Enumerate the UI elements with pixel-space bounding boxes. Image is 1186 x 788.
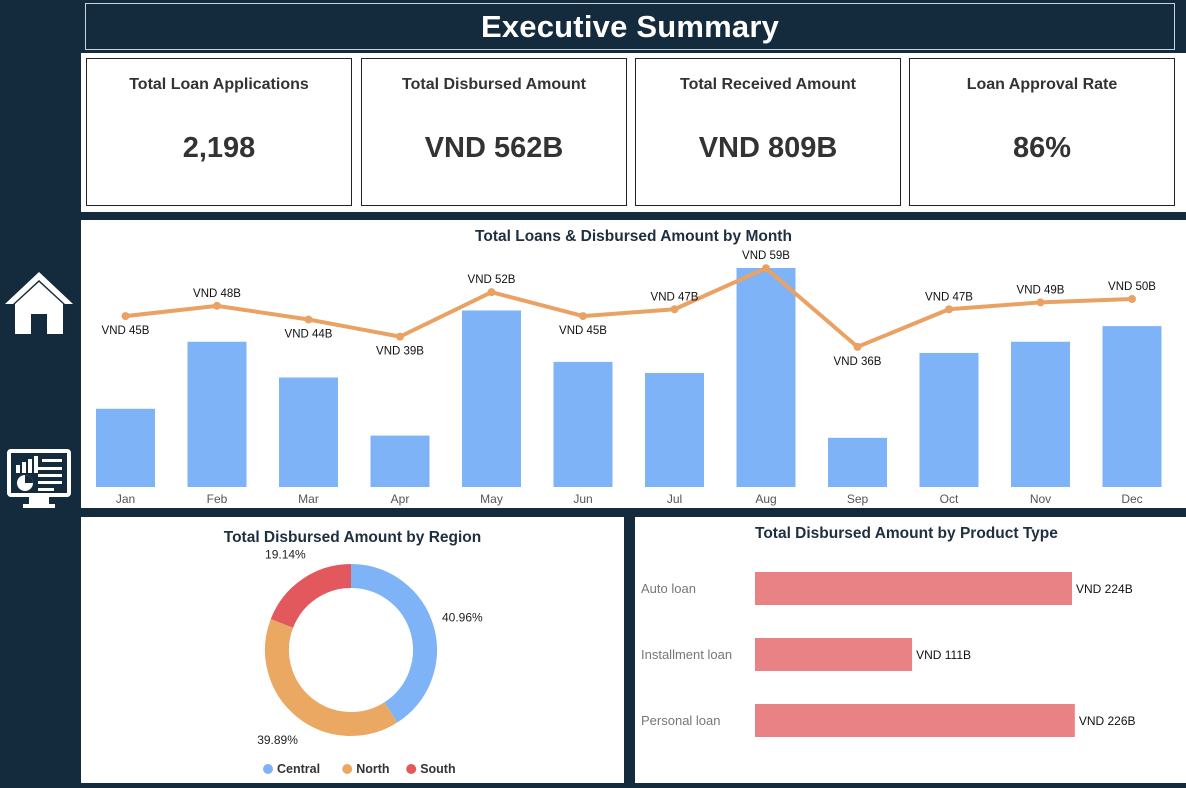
sidebar <box>0 0 81 788</box>
month-tick-label: Aug <box>755 492 776 506</box>
disbursed-data-label: VND 50B <box>1108 281 1156 293</box>
month-tick-label: Oct <box>940 492 959 506</box>
nav-home-button[interactable] <box>3 270 75 336</box>
kpi-card-loan-approval-rate: Loan Approval Rate 86% <box>909 58 1175 206</box>
disbursed-data-label: VND 45B <box>102 325 150 337</box>
month-tick-label: Jul <box>667 492 682 506</box>
monthly-chart-panel: Total Loans & Disbursed Amount by Month … <box>81 220 1186 508</box>
kpi-title: Total Received Amount <box>679 76 857 93</box>
kpi-title: Loan Approval Rate <box>966 76 1118 93</box>
disbursed-point <box>670 305 679 314</box>
disbursed-point <box>853 342 862 351</box>
month-bar <box>645 373 704 487</box>
month-bar <box>736 268 796 487</box>
month-tick-label: Feb <box>207 492 228 506</box>
kpi-value: 86% <box>1012 132 1072 164</box>
disbursed-data-label: VND 36B <box>834 356 882 368</box>
disbursed-point <box>304 315 313 324</box>
product-bar <box>755 572 1072 605</box>
kpi-value: VND 809B <box>698 132 838 164</box>
legend-label-north: North <box>356 762 389 776</box>
month-tick-label: Sep <box>847 492 869 506</box>
legend-swatch-central <box>263 764 273 774</box>
kpi-title: Total Disbursed Amount <box>402 76 586 93</box>
kpi-section: Total Loan Applications 2,198 Total Disb… <box>81 53 1186 212</box>
region-donut-chart: 40.96% 39.89% 19.14% Central North South <box>257 547 483 776</box>
page-title: Executive Summary <box>480 8 780 44</box>
month-bar <box>462 310 521 487</box>
disbursed-data-label: VND 59B <box>742 250 790 262</box>
kpi-value: VND 562B <box>424 132 564 164</box>
product-bar <box>755 638 913 671</box>
month-bar <box>1011 341 1070 487</box>
disbursed-point <box>762 264 770 273</box>
home-icon <box>5 272 73 334</box>
region-slice-south <box>270 564 352 629</box>
month-bar <box>828 437 887 487</box>
product-category-label: Installment loan <box>641 647 732 662</box>
disbursed-data-label: VND 49B <box>1017 284 1065 296</box>
disbursed-data-label: VND 39B <box>376 346 424 358</box>
month-tick-label: Nov <box>1030 492 1051 506</box>
kpi-card-total-disbursed-amount: Total Disbursed Amount VND 562B <box>361 58 627 206</box>
legend-swatch-south <box>406 764 417 774</box>
region-slice-central <box>350 564 437 723</box>
month-tick-label: Mar <box>298 492 319 506</box>
region-slice-label: 40.96% <box>442 611 483 625</box>
month-bar <box>187 341 247 487</box>
month-tick-label: Jan <box>116 492 135 506</box>
disbursed-point <box>396 332 404 341</box>
product-bar <box>755 704 1075 737</box>
month-tick-label: Jun <box>573 492 592 506</box>
disbursed-data-label: VND 47B <box>925 291 973 303</box>
kpi-value: 2,198 <box>182 132 256 164</box>
month-tick-label: Apr <box>391 492 410 506</box>
disbursed-line <box>125 266 1133 349</box>
month-bar <box>1102 326 1162 487</box>
disbursed-point <box>487 288 496 297</box>
month-bar <box>553 361 613 487</box>
monthly-chart: Jan Feb Mar Apr May Jun Jul Aug Sep Oct Nov Dec VND … <box>96 250 1162 506</box>
legend-label-central: Central <box>277 762 320 776</box>
region-chart-panel: Total Disbursed Amount by Region 40.96% 3… <box>81 517 624 783</box>
disbursed-data-label: VND 48B <box>193 288 241 300</box>
product-category-label: Auto loan <box>641 581 696 596</box>
product-data-label: VND 111B <box>916 648 971 662</box>
region-slice-label: 39.89% <box>257 733 298 747</box>
product-data-label: VND 224B <box>1076 582 1133 596</box>
product-data-label: VND 226B <box>1079 714 1136 728</box>
disbursed-point <box>945 305 953 314</box>
month-tick-label: May <box>480 492 503 506</box>
disbursed-point <box>121 312 130 321</box>
kpi-title: Total Loan Applications <box>129 76 309 93</box>
disbursed-data-label: VND 45B <box>559 325 607 337</box>
kpi-card-total-loan-applications: Total Loan Applications 2,198 <box>86 58 352 206</box>
product-category-label: Personal loan <box>641 713 721 728</box>
month-bar <box>370 435 430 487</box>
month-bar <box>96 408 155 487</box>
disbursed-point <box>1128 295 1136 303</box>
kpi-card-total-received-amount: Total Received Amount VND 809B <box>635 58 901 206</box>
month-bar <box>279 377 338 487</box>
legend-swatch-north <box>342 764 353 774</box>
disbursed-point <box>1036 298 1045 307</box>
month-bar <box>919 352 979 487</box>
region-slice-label: 19.14% <box>265 547 306 561</box>
disbursed-point <box>579 312 587 321</box>
dashboard-monitor-icon <box>7 449 71 508</box>
region-slice-north <box>265 619 398 736</box>
product-chart-panel: Total Disbursed Amount by Product Type A… <box>635 517 1186 783</box>
dashboard-header: Executive Summary <box>85 3 1175 50</box>
disbursed-data-label: VND 47B <box>651 291 699 303</box>
disbursed-point <box>213 301 221 310</box>
disbursed-data-label: VND 44B <box>285 329 333 341</box>
month-tick-label: Dec <box>1121 492 1142 506</box>
disbursed-data-label: VND 52B <box>468 274 516 286</box>
product-bar-chart: Auto loan VND 224B Installment loan VND 111… <box>641 572 1136 737</box>
nav-dashboard-button[interactable] <box>5 447 73 511</box>
legend-label-south: South <box>420 762 455 776</box>
